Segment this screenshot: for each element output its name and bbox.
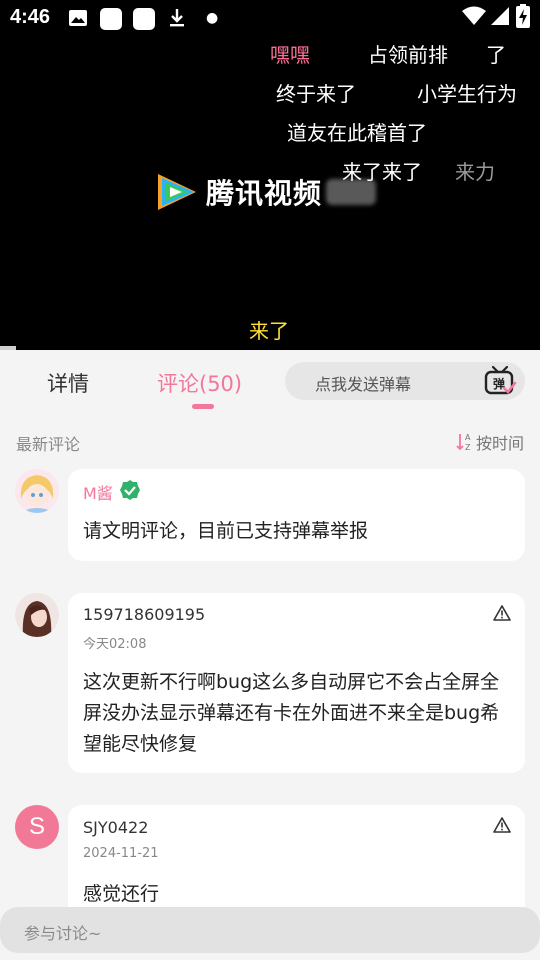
danmaku: 占领前排 (368, 43, 448, 67)
verified-icon (119, 479, 141, 505)
signal-icon (490, 6, 510, 30)
video-player[interactable]: 4:46 ● 嘿嘿 占领前排 了 终于来了 小学生行为 道友在此稽首了 来了来了… (0, 0, 540, 350)
tab-details[interactable]: 详情 (47, 368, 89, 398)
report-icon[interactable] (493, 817, 511, 837)
comment-username[interactable]: SJY0422 (83, 818, 148, 837)
sort-label: 按时间 (475, 434, 524, 453)
danmaku: 小学生行为 (417, 82, 517, 106)
wifi-icon (462, 6, 486, 30)
danmaku: 了 (486, 43, 506, 67)
svg-text:Z: Z (465, 443, 471, 452)
danmaku: 来了 (249, 319, 289, 343)
sort-icon: A Z (456, 433, 471, 452)
tab-indicator (192, 404, 214, 409)
comment-time: 今天02:08 (83, 637, 147, 652)
comment-card: 159718609195 今天02:08 这次更新不行啊bug这么多自动屏它不会… (68, 593, 525, 773)
comment-text: 这次更新不行啊bug这么多自动屏它不会占全屏全屏没办法显示弹幕还有卡在外面进不来… (83, 671, 500, 755)
image-icon (68, 8, 88, 32)
tencent-video-logo: 腾讯视频 (154, 172, 377, 212)
app-icon (100, 8, 122, 34)
status-bar: 4:46 ● (0, 0, 540, 36)
battery-charging-icon (516, 4, 530, 32)
comment-text: 感觉还行 (83, 883, 160, 905)
comment-username[interactable]: M酱 (83, 480, 113, 504)
danmaku-input-placeholder: 点我发送弹幕 (315, 375, 412, 394)
tencent-video-logo-icon (158, 174, 196, 210)
report-icon[interactable] (493, 605, 511, 625)
danmaku-input[interactable]: 点我发送弹幕 弹 (285, 362, 525, 400)
sort-button[interactable]: A Z 按时间 (456, 430, 524, 454)
blurred-watermark (326, 179, 377, 205)
comment-text: 请文明评论，目前已支持弹幕举报 (83, 520, 369, 542)
danmaku-tv-icon[interactable]: 弹 (483, 365, 517, 401)
svg-text:A: A (465, 433, 471, 442)
app-icon (133, 8, 155, 34)
tab-comments[interactable]: 评论(50) (157, 368, 242, 398)
avatar[interactable] (15, 593, 59, 637)
comment-card: M酱 请文明评论，目前已支持弹幕举报 (68, 469, 525, 561)
comment-time: 2024-11-21 (83, 846, 159, 861)
avatar[interactable]: S (15, 805, 59, 849)
danmaku: 终于来了 (276, 82, 356, 106)
avatar[interactable] (15, 469, 59, 513)
danmaku: 嘿嘿 (270, 43, 310, 67)
comment-input-bar: 参与讨论~ (0, 907, 540, 960)
download-icon (168, 8, 186, 32)
danmaku: 来力 (455, 160, 495, 184)
logo-text: 腾讯视频 (206, 177, 323, 210)
comment-username[interactable]: 159718609195 (83, 605, 205, 624)
dot-icon: ● (206, 10, 219, 26)
section-title: 最新评论 (16, 435, 81, 454)
comment-input[interactable]: 参与讨论~ (0, 907, 540, 953)
status-time: 4:46 (10, 6, 51, 28)
comment-input-placeholder: 参与讨论~ (24, 924, 102, 943)
danmaku: 道友在此稽首了 (287, 121, 427, 145)
